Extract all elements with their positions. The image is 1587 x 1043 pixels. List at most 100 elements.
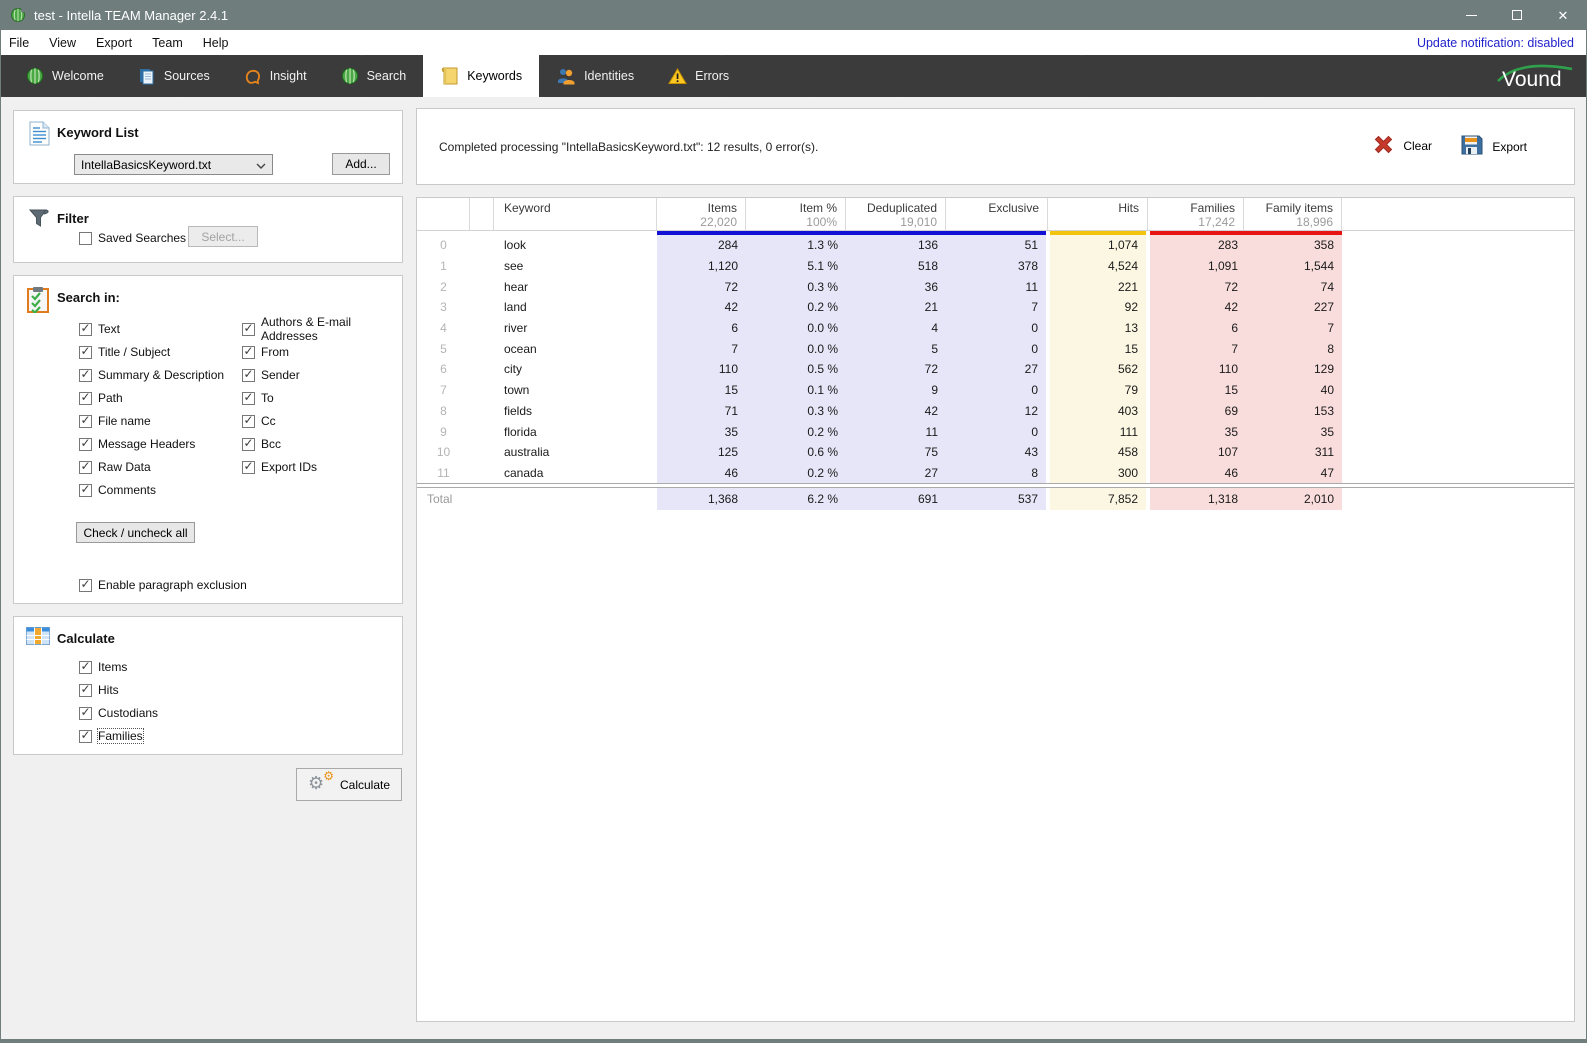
families-checkbox[interactable] [79,730,92,743]
keyword-file-select[interactable]: IntellaBasicsKeyword.txt [74,154,273,175]
checkbox-custodians[interactable]: Custodians [79,705,158,721]
calculate-button[interactable]: ⚙⚙ Calculate [296,768,402,801]
checkbox-hits[interactable]: Hits [79,682,158,698]
column-header-items[interactable]: Items22,020 [657,198,746,230]
export-ids-checkbox[interactable] [242,461,255,474]
table-row-look[interactable]: 0look2841.3 %136511,074283358 [417,235,1574,256]
cell-gap [470,380,494,401]
check-uncheck-all-button[interactable]: Check / uncheck all [76,522,195,543]
checkbox-message-headers[interactable]: Message Headers [79,436,224,452]
message-headers-checkbox[interactable] [79,438,92,451]
tab-insight[interactable]: Insight [227,55,324,97]
saved-searches-checkbox[interactable] [79,232,92,245]
table-row-australia[interactable]: 10australia1250.6 %7543458107311 [417,442,1574,463]
authors-e-mail-addresses-checkbox[interactable] [242,323,255,336]
checkbox-raw-data[interactable]: Raw Data [79,459,224,475]
clear-button[interactable]: Clear [1372,133,1432,159]
cell-deduplicated: 75 [846,442,946,463]
menu-item-file[interactable]: File [1,30,39,55]
summary-description-checkbox[interactable] [79,369,92,382]
table-row-river[interactable]: 4river60.0 %401367 [417,318,1574,339]
table-row-fields[interactable]: 8fields710.3 %421240369153 [417,401,1574,422]
table-row-city[interactable]: 6city1100.5 %7227562110129 [417,359,1574,380]
column-header-keyword[interactable]: Keyword [494,198,657,230]
cell-index: 11 [417,463,470,484]
title-subject-checkbox[interactable] [79,346,92,359]
checkbox-families[interactable]: Families [79,728,158,744]
column-header-deduplicated[interactable]: Deduplicated19,010 [846,198,946,230]
comments-checkbox[interactable] [79,484,92,497]
cell-items: 7 [657,338,746,359]
tab-errors[interactable]: Errors [651,55,746,97]
column-header-families[interactable]: Families17,242 [1148,198,1244,230]
cell-keyword: look [494,235,657,256]
bcc-checkbox[interactable] [242,438,255,451]
checkbox-items[interactable]: Items [79,659,158,675]
text-checkbox[interactable] [79,323,92,336]
checkbox-file-name[interactable]: File name [79,413,224,429]
cell-index: 2 [417,276,470,297]
add-button[interactable]: Add... [332,153,390,175]
keyword-results-panel: KeywordItems22,020Item %100%Deduplicated… [416,197,1575,1022]
clear-button-label: Clear [1403,139,1432,153]
table-row-hear[interactable]: 2hear720.3 %36112217274 [417,276,1574,297]
menu-item-help[interactable]: Help [193,30,239,55]
raw-data-checkbox[interactable] [79,461,92,474]
to-checkbox[interactable] [242,392,255,405]
update-notification-link[interactable]: Update notification: disabled [1417,36,1574,50]
checkbox-comments[interactable]: Comments [79,482,224,498]
checkbox-bcc[interactable]: Bcc [242,436,402,452]
column-header-family-items[interactable]: Family items18,996 [1244,198,1342,230]
checkbox-saved-searches[interactable]: Saved Searches [79,230,186,246]
from-checkbox[interactable] [242,346,255,359]
path-checkbox[interactable] [79,392,92,405]
sender-checkbox[interactable] [242,369,255,382]
saved-searches-label: Saved Searches [98,231,186,245]
table-row-canada[interactable]: 11canada460.2 %2783004647 [417,463,1574,484]
menu-item-team[interactable]: Team [142,30,193,55]
checkbox-summary-description[interactable]: Summary & Description [79,367,224,383]
paragraph-exclusion-checkbox[interactable] [79,579,92,592]
checkbox-path[interactable]: Path [79,390,224,406]
tab-keywords[interactable]: Keywords [423,55,539,97]
select-button[interactable]: Select... [188,226,258,247]
close-icon[interactable]: ✕ [1540,0,1586,30]
checkbox-authors-e-mail-addresses[interactable]: Authors & E-mail Addresses [242,321,402,337]
table-row-land[interactable]: 3land420.2 %2179242227 [417,297,1574,318]
table-header-row: KeywordItems22,020Item %100%Deduplicated… [417,198,1574,231]
table-row-town[interactable]: 7town150.1 %90791540 [417,380,1574,401]
menu-item-export[interactable]: Export [86,30,142,55]
tab-search[interactable]: Search [324,55,424,97]
checkbox-text[interactable]: Text [79,321,224,337]
tab-sources[interactable]: Sources [121,55,227,97]
column-header-item[interactable]: Item %100% [746,198,846,230]
checkbox-sender[interactable]: Sender [242,367,402,383]
checkbox-title-subject[interactable]: Title / Subject [79,344,224,360]
column-header-hits[interactable]: Hits [1048,198,1148,230]
export-button[interactable]: Export [1460,133,1527,160]
checkbox-to[interactable]: To [242,390,402,406]
cc-checkbox[interactable] [242,415,255,428]
cell-items: 110 [657,359,746,380]
tab-welcome[interactable]: Welcome [9,55,121,97]
column-header-exclusive[interactable]: Exclusive [946,198,1048,230]
maximize-icon[interactable] [1494,0,1540,30]
checkbox-from[interactable]: From [242,344,402,360]
search-in-panel: Search in: TextTitle / SubjectSummary & … [13,275,403,604]
cell-index: 7 [417,380,470,401]
items-checkbox[interactable] [79,661,92,674]
checkbox-export-ids[interactable]: Export IDs [242,459,402,475]
checkbox-cc[interactable]: Cc [242,413,402,429]
tab-identities[interactable]: Identities [539,55,651,97]
checkbox-enable-paragraph-exclusion[interactable]: Enable paragraph exclusion [79,577,247,593]
comments-label: Comments [98,483,156,497]
minimize-icon[interactable] [1448,0,1494,30]
cell-index: 4 [417,318,470,339]
file-name-checkbox[interactable] [79,415,92,428]
custodians-checkbox[interactable] [79,707,92,720]
table-row-ocean[interactable]: 5ocean70.0 %501578 [417,338,1574,359]
table-row-florida[interactable]: 9florida350.2 %1101113535 [417,421,1574,442]
table-row-see[interactable]: 1see1,1205.1 %5183784,5241,0911,544 [417,256,1574,277]
menu-item-view[interactable]: View [39,30,86,55]
hits-checkbox[interactable] [79,684,92,697]
